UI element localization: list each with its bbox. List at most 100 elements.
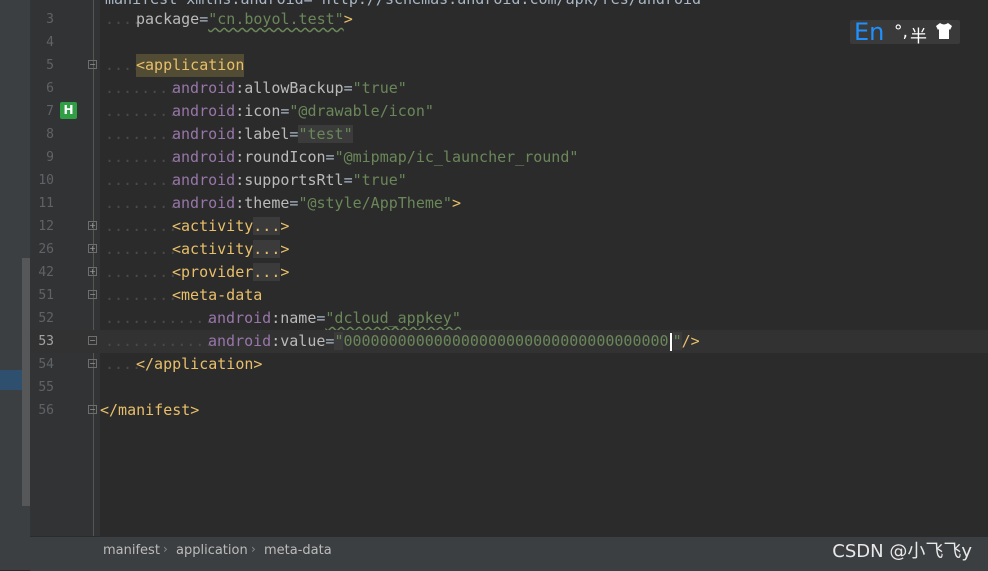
namespace: android [172,125,236,143]
attr-value: "test" [298,125,353,143]
attr-value: "@drawable/icon" [289,102,434,120]
folded-region[interactable]: ... [253,263,281,281]
left-scrollbar-thumb[interactable] [22,258,30,506]
tag-close: > [280,263,290,281]
tag-close: > [280,240,290,258]
line-number: 6 [46,81,54,96]
line-code: <activity...> [172,215,289,238]
line-number: 11 [38,196,54,211]
attr-value: "dcloud_appkey" [325,309,461,327]
code-line-54[interactable]: 54 − .... </application> [30,353,988,376]
line-code: android:value="0000000000000000000000000… [208,330,700,353]
indent-guide: ........ [105,240,178,258]
attr-value: "true" [352,79,407,97]
breadcrumb-separator-icon: › [163,542,168,556]
attribute: :label [235,125,290,143]
indent-guide: ........ [105,263,178,281]
namespace: android [172,171,236,189]
breadcrumb-item-manifest[interactable]: manifest [103,543,160,558]
indent-guide: ........ [105,125,178,143]
ime-punctuation-toggle[interactable]: °, [894,22,908,42]
fold-collapse-icon[interactable]: − [88,336,97,345]
fold-collapse-icon[interactable]: − [88,60,97,69]
line-number: 7 [46,104,54,119]
code-line-9[interactable]: 9 ........ android:roundIcon="@mipmap/ic… [30,146,988,169]
attr-value: "@mipmap/ic_launcher_round" [334,148,579,166]
line-code: <activity...> [172,238,289,261]
code-line-8[interactable]: 8 ........ android:label="test" [30,123,988,146]
line-number: 26 [38,242,54,257]
attribute: :theme [235,194,290,212]
code-line-7[interactable]: 7 H ........ android:icon="@drawable/ico… [30,100,988,123]
equals: = [343,171,353,189]
line-number: 8 [46,127,54,142]
code-line-3[interactable]: 3 .... package="cn.boyol.test"> [30,8,988,31]
line-code: android:theme="@style/AppTheme"> [172,192,461,215]
attr-value: 000000000000000000000000000000000000 [343,332,669,350]
attr-value: "@style/AppTheme" [298,194,452,212]
indent-guide: ........ [105,148,178,166]
fold-collapse-icon[interactable]: − [88,405,97,414]
code-line-5[interactable]: 5 − .... <application [30,54,988,77]
fold-collapse-icon[interactable]: − [88,359,97,368]
breadcrumb-item-meta-data[interactable]: meta-data [264,543,332,558]
namespace: android [172,79,236,97]
fold-expand-icon[interactable]: + [88,267,97,276]
namespace: android [172,194,236,212]
attr-value: "true" [352,171,407,189]
indent-guide: ............ [105,332,214,350]
fold-expand-icon[interactable]: + [88,221,97,230]
folded-region[interactable]: ... [253,217,281,235]
ime-toolbar[interactable]: En °, 半 [850,18,960,47]
line-number: 5 [46,58,54,73]
indent-guide: ........ [105,194,178,212]
code-line-51[interactable]: 51 − ........ <meta-data [30,284,988,307]
line-number: 10 [38,173,54,188]
fold-collapse-icon[interactable]: − [88,290,97,299]
code-line-6[interactable]: 6 ........ android:allowBackup="true" [30,77,988,100]
line-code: android:label="test" [172,123,353,146]
ime-language-toggle[interactable]: En [854,18,884,46]
code-line-12[interactable]: 12 + ........ <activity...> [30,215,988,238]
breadcrumb-bar: manifest › application › meta-data CSDN … [30,536,988,571]
code-line-4[interactable]: 4 [30,31,988,54]
meta-data-tag: <meta-data [172,286,263,304]
line-code: <provider...> [172,261,289,284]
code-line-52[interactable]: 52 ............ android:name="dcloud_app… [30,307,988,330]
code-line-26[interactable]: 26 + ........ <activity...> [30,238,988,261]
namespace: android [208,332,272,350]
line-number: 9 [46,150,54,165]
breadcrumb-item-application[interactable]: application [176,543,248,558]
tag-close: /> [681,332,700,350]
quote-close: " [672,332,682,350]
line-number: 42 [38,265,54,280]
code-line-53[interactable]: 53 − ............ android:value="0000000… [30,330,988,353]
code-line-55[interactable]: 55 [30,376,988,399]
package-attr: package [136,10,200,28]
ime-width-toggle[interactable]: 半 [910,22,927,47]
line-number: 4 [46,35,54,50]
namespace: android [172,102,236,120]
code-editor[interactable]: manifest xmlns:android="http://schemas.a… [30,0,988,536]
code-line-11[interactable]: 11 ........ android:theme="@style/AppThe… [30,192,988,215]
equals: = [343,79,353,97]
line-number: 52 [38,311,54,326]
attribute: :name [271,309,317,327]
attribute: :supportsRtl [235,171,344,189]
code-line-56[interactable]: 56 − </manifest> [30,399,988,422]
indent-guide: ........ [105,171,178,189]
namespace: android [172,148,236,166]
line-code: package="cn.boyol.test"> [136,10,353,28]
line-number: 51 [38,288,54,303]
tag-close: > [280,217,290,235]
folded-region[interactable]: ... [253,240,281,258]
fold-expand-icon[interactable]: + [88,244,97,253]
code-line-42[interactable]: 42 + ........ <provider...> [30,261,988,284]
line-number: 56 [38,403,54,418]
application-close-tag: </application> [136,355,263,373]
package-value: "cn.boyol.test" [208,10,344,28]
line-code: android:icon="@drawable/icon" [172,100,434,123]
code-line-10[interactable]: 10 ........ android:supportsRtl="true" [30,169,988,192]
shirt-icon[interactable] [934,22,954,45]
hbuilder-icon[interactable]: H [60,102,77,119]
